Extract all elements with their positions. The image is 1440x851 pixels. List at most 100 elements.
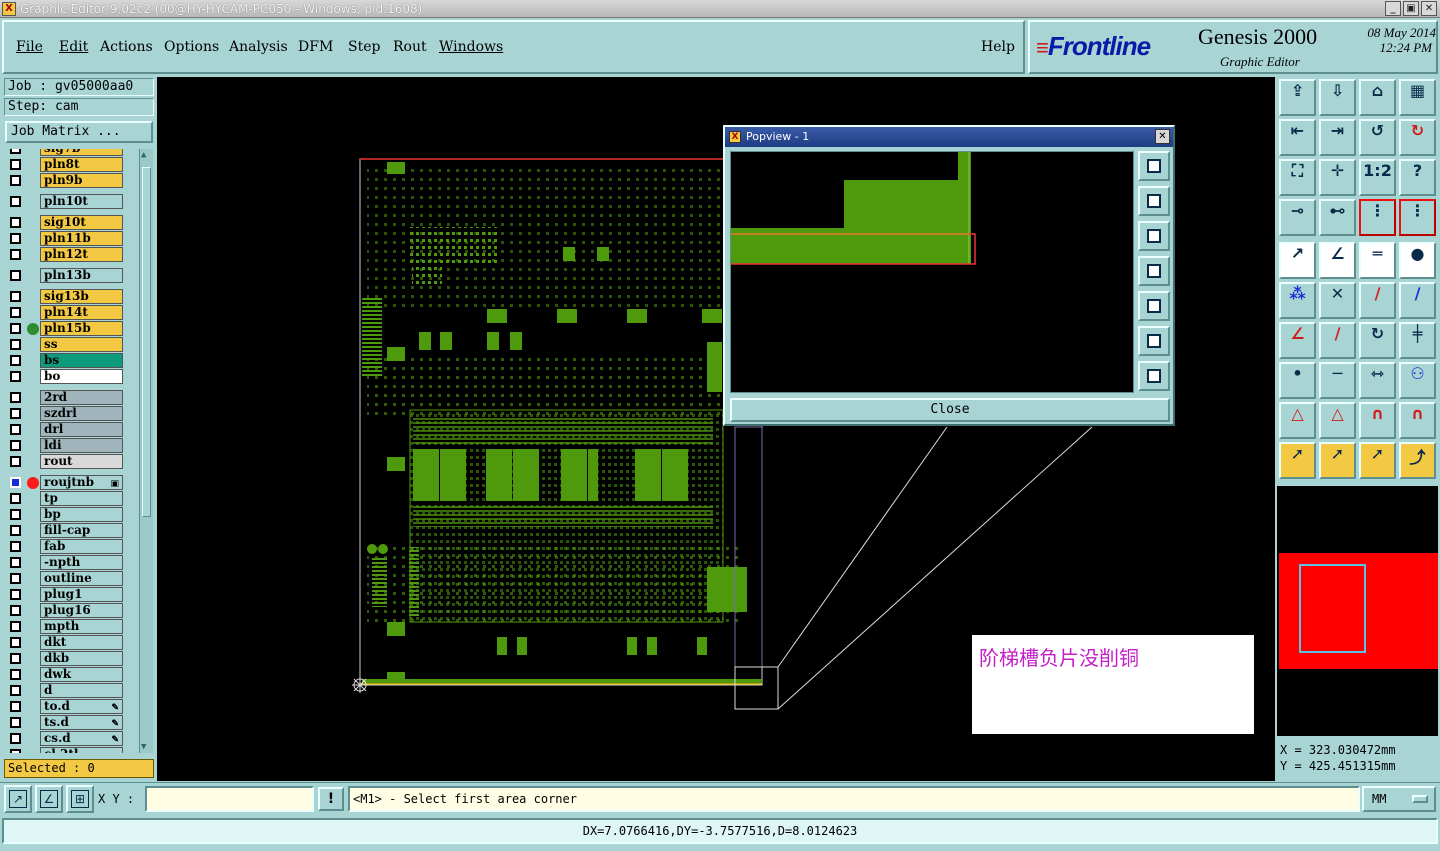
minimize-button[interactable]: _ bbox=[1385, 1, 1401, 16]
xy-input[interactable] bbox=[145, 786, 314, 812]
layer-row[interactable]: pln15b bbox=[6, 321, 124, 337]
tool-button-layout[interactable]: ▦ bbox=[1399, 79, 1436, 116]
tool-button-select[interactable]: ➚ bbox=[1279, 442, 1316, 479]
layer-name[interactable]: pln13b bbox=[40, 268, 123, 283]
layer-name[interactable]: dwk bbox=[40, 667, 123, 682]
layer-checkbox[interactable] bbox=[10, 233, 21, 244]
layer-name[interactable]: bs bbox=[40, 353, 123, 368]
layer-row[interactable]: -npth bbox=[6, 555, 124, 571]
popview-tool-5[interactable] bbox=[1138, 291, 1170, 321]
execute-button[interactable]: ! bbox=[318, 787, 344, 811]
layer-row[interactable]: fill-cap bbox=[6, 523, 124, 539]
tool-button-scale-1-2[interactable]: 1:2 bbox=[1359, 159, 1396, 196]
layer-row[interactable]: dwk bbox=[6, 667, 124, 683]
layer-name[interactable]: sig10t bbox=[40, 215, 123, 230]
layer-name[interactable]: pln9b bbox=[40, 173, 123, 188]
tool-button-snap[interactable]: ⊸ bbox=[1279, 199, 1316, 236]
tool-button-move-left[interactable]: ⇤ bbox=[1279, 119, 1316, 156]
tool-button-pin[interactable]: ⊷ bbox=[1319, 199, 1356, 236]
layer-checkbox[interactable] bbox=[10, 175, 21, 186]
layer-checkbox[interactable] bbox=[10, 669, 21, 680]
layer-checkbox[interactable] bbox=[10, 493, 21, 504]
layer-checkbox[interactable] bbox=[10, 573, 21, 584]
layer-checkbox[interactable] bbox=[10, 355, 21, 366]
layer-row[interactable]: ldi bbox=[6, 438, 124, 454]
popview-close-button[interactable]: Close bbox=[730, 398, 1170, 422]
tool-button-zoom-fit[interactable]: ⛶ bbox=[1279, 159, 1316, 196]
layer-row[interactable]: ss bbox=[6, 337, 124, 353]
layer-checkbox[interactable] bbox=[10, 291, 21, 302]
layer-row[interactable]: pln12t bbox=[6, 247, 124, 263]
overview-panel[interactable] bbox=[1277, 486, 1438, 736]
layer-name[interactable]: outline bbox=[40, 571, 123, 586]
tool-button-net-on[interactable]: ⋮ bbox=[1359, 199, 1396, 236]
layer-checkbox[interactable] bbox=[10, 637, 21, 648]
layer-name[interactable]: roujtnb ▣ bbox=[40, 475, 123, 490]
layer-row[interactable]: outline bbox=[6, 571, 124, 587]
layer-name[interactable]: bp bbox=[40, 507, 123, 522]
layer-checkbox[interactable] bbox=[10, 456, 21, 467]
tool-button-export[interactable]: ⇪ bbox=[1279, 79, 1316, 116]
layer-name[interactable]: pln8t bbox=[40, 157, 123, 172]
layer-name[interactable]: fab bbox=[40, 539, 123, 554]
layer-name[interactable]: pln10t bbox=[40, 194, 123, 209]
layer-name[interactable]: plug16 bbox=[40, 603, 123, 618]
layer-row[interactable]: dkb bbox=[6, 651, 124, 667]
layer-checkbox[interactable] bbox=[10, 653, 21, 664]
tool-button-select-yellow[interactable]: ➚ bbox=[1359, 442, 1396, 479]
layer-name[interactable]: pln15b bbox=[40, 321, 123, 336]
layer-name[interactable]: sig7b bbox=[40, 149, 123, 156]
measure-mode-button[interactable]: ∠ bbox=[35, 785, 63, 813]
layer-name[interactable]: mpth bbox=[40, 619, 123, 634]
layer-checkbox[interactable] bbox=[10, 270, 21, 281]
menu-edit[interactable]: Edit bbox=[59, 39, 88, 55]
menu-rout[interactable]: Rout bbox=[393, 39, 427, 55]
snap-mode-button[interactable]: ↗ bbox=[4, 785, 32, 813]
layer-name[interactable]: tp bbox=[40, 491, 123, 506]
layer-row[interactable]: plug16 bbox=[6, 603, 124, 619]
layer-name[interactable]: bo bbox=[40, 369, 123, 384]
layer-checkbox[interactable] bbox=[10, 371, 21, 382]
menu-step[interactable]: Step bbox=[348, 39, 380, 55]
tool-button-slash[interactable]: ∕ bbox=[1319, 322, 1356, 359]
menu-help[interactable]: Help bbox=[981, 39, 1015, 55]
window-close-button[interactable]: ✕ bbox=[1421, 1, 1437, 16]
menu-windows[interactable]: Windows bbox=[439, 39, 503, 55]
layer-checkbox[interactable] bbox=[10, 217, 21, 228]
layer-name[interactable]: d bbox=[40, 683, 123, 698]
tool-button-route[interactable]: ⤴ bbox=[1399, 442, 1436, 479]
layer-name[interactable]: 2rd bbox=[40, 390, 123, 405]
layer-checkbox[interactable] bbox=[10, 589, 21, 600]
layer-checkbox[interactable] bbox=[10, 440, 21, 451]
tool-button-feature[interactable]: ╪ bbox=[1399, 322, 1436, 359]
tool-button-net-off[interactable]: ⋮ bbox=[1399, 199, 1436, 236]
layer-scrollbar[interactable]: ▲ ▼ bbox=[139, 149, 153, 753]
menu-options[interactable]: Options bbox=[164, 39, 219, 55]
layer-checkbox[interactable] bbox=[10, 159, 21, 170]
tool-button-arch-cross[interactable]: ∩ bbox=[1399, 402, 1436, 439]
layer-row[interactable]: sig13b bbox=[6, 289, 124, 305]
scroll-thumb[interactable] bbox=[142, 167, 151, 517]
layer-checkbox[interactable] bbox=[10, 701, 21, 712]
tool-button-measure[interactable]: ∠ bbox=[1319, 242, 1356, 279]
popview-close-icon[interactable]: ✕ bbox=[1155, 129, 1170, 144]
layer-row[interactable]: pln8t bbox=[6, 157, 124, 173]
popview-tool-1[interactable] bbox=[1138, 151, 1170, 181]
tool-button-select-box[interactable]: ➚ bbox=[1319, 442, 1356, 479]
layer-row[interactable]: dkt bbox=[6, 635, 124, 651]
layer-name[interactable]: pln11b bbox=[40, 231, 123, 246]
layer-checkbox[interactable] bbox=[10, 525, 21, 536]
popview-tool-3[interactable] bbox=[1138, 221, 1170, 251]
layer-name[interactable]: ldi bbox=[40, 438, 123, 453]
menu-actions[interactable]: Actions bbox=[100, 39, 153, 55]
overview-view-frame[interactable] bbox=[1299, 564, 1366, 653]
layer-row[interactable]: sig7b bbox=[6, 149, 124, 157]
layer-row[interactable]: drl bbox=[6, 422, 124, 438]
layer-row[interactable]: to.d ✎ bbox=[6, 699, 124, 715]
popview-tool-2[interactable] bbox=[1138, 186, 1170, 216]
tool-button-pad[interactable]: ● bbox=[1399, 242, 1436, 279]
layer-name[interactable]: cs.d ✎ bbox=[40, 731, 123, 746]
layer-row[interactable]: szdrl bbox=[6, 406, 124, 422]
popview-canvas[interactable] bbox=[730, 151, 1134, 393]
layer-checkbox[interactable] bbox=[10, 541, 21, 552]
